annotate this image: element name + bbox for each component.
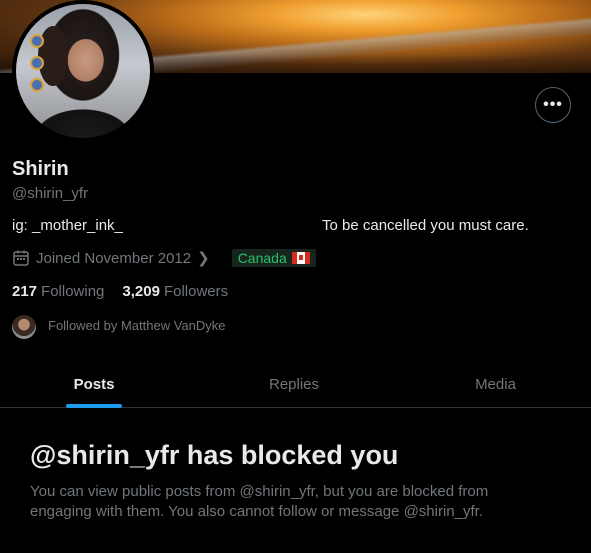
location-text: Canada xyxy=(237,250,287,266)
following-label: Following xyxy=(41,283,105,300)
more-options-button[interactable]: ••• xyxy=(535,87,571,123)
followed-by-link[interactable]: Followed by Matthew VanDyke xyxy=(12,311,226,339)
more-horizontal-icon: ••• xyxy=(543,96,563,113)
avatar-decoration xyxy=(30,34,44,48)
blocked-message: You can view public posts from @shirin_y… xyxy=(30,483,489,520)
calendar-icon xyxy=(12,249,30,267)
following-link[interactable]: 217 Following xyxy=(12,283,104,300)
follow-stats: 217 Following 3,209 Followers xyxy=(12,283,246,300)
followers-link[interactable]: 3,209 Followers xyxy=(122,283,228,300)
active-tab-indicator xyxy=(66,404,122,408)
followers-label: Followers xyxy=(163,283,229,300)
profile-tabs: Posts Replies Media xyxy=(0,362,591,408)
avatar-decoration xyxy=(30,56,44,70)
tab-media[interactable]: Media xyxy=(400,362,591,407)
tab-replies[interactable]: Replies xyxy=(188,362,400,407)
joined-date[interactable]: Joined November 2012 xyxy=(36,250,191,267)
profile-handle: @shirin_yfr xyxy=(12,185,89,202)
tab-replies-label: Replies xyxy=(268,376,320,393)
avatar-hair xyxy=(38,26,68,86)
tab-posts-label: Posts xyxy=(73,376,115,393)
bio-quote: To be cancelled you must care. xyxy=(322,217,529,234)
followers-count: 3,209 xyxy=(122,283,160,300)
tab-posts[interactable]: Posts xyxy=(0,362,188,408)
location-badge: Canada xyxy=(231,249,316,267)
follower-avatar xyxy=(12,315,36,339)
tab-media-label: Media xyxy=(475,376,516,393)
followed-by-text: Followed by Matthew VanDyke xyxy=(48,317,226,333)
blocked-title: @shirin_yfr has blocked you xyxy=(30,440,399,470)
canada-flag-icon xyxy=(291,252,310,264)
profile-avatar[interactable] xyxy=(12,0,154,142)
profile-meta-row: Joined November 2012 ❯ Canada xyxy=(12,249,316,267)
avatar-decoration xyxy=(30,78,44,92)
chevron-right-icon[interactable]: ❯ xyxy=(197,249,210,267)
following-count: 217 xyxy=(12,283,38,300)
bio-instagram: ig: _mother_ink_ xyxy=(12,217,123,234)
profile-name: Shirin xyxy=(12,158,69,180)
